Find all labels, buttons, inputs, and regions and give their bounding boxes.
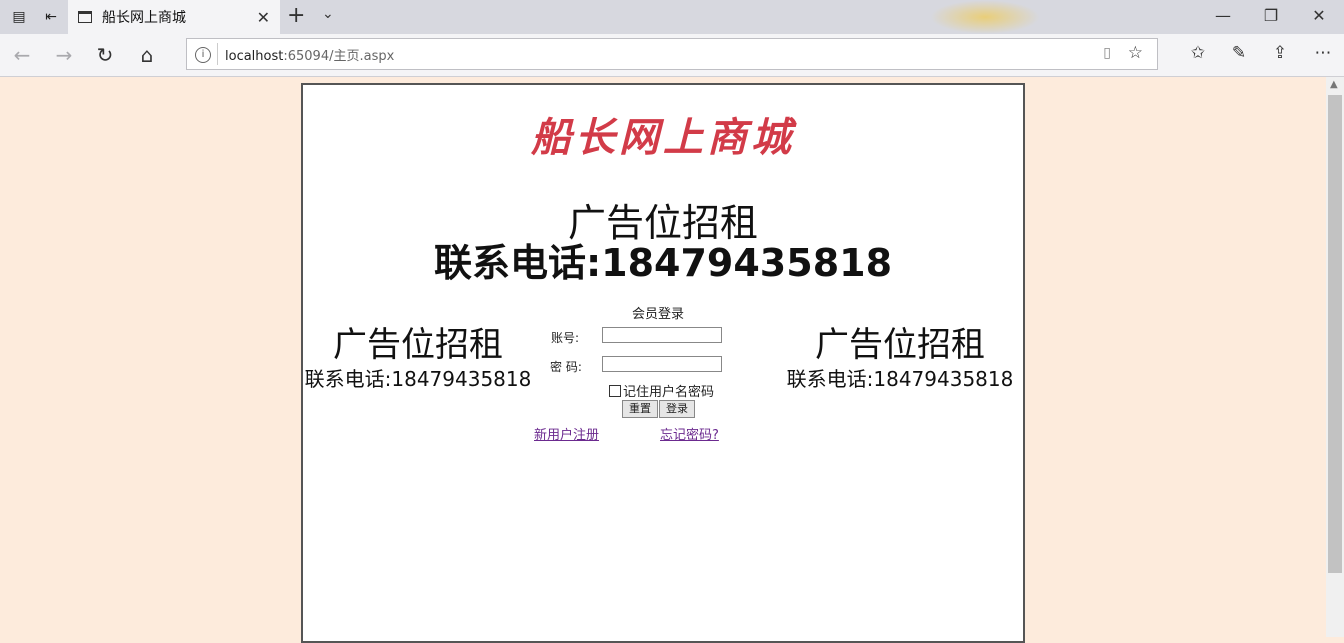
tab-list-chevron-icon[interactable]: ⌄ (322, 6, 334, 22)
url-text[interactable]: localhost:65094/主页.aspx (225, 45, 394, 64)
address-separator (217, 43, 218, 65)
favorite-star-icon[interactable]: ☆ (1128, 43, 1143, 63)
remember-label: 记住用户名密码 (623, 385, 715, 400)
url-host: localhost (225, 49, 284, 64)
home-icon[interactable]: ⌂ (134, 43, 160, 67)
pen-notes-icon[interactable]: ✎ (1226, 43, 1252, 63)
password-input[interactable] (602, 356, 722, 372)
remember-checkbox[interactable] (609, 385, 621, 397)
password-label: 密 码: (550, 360, 582, 374)
left-ad: 广告位招租 联系电话:18479435818 (303, 325, 533, 393)
scroll-up-icon[interactable]: ▲ (1330, 79, 1338, 90)
forgot-password-link[interactable]: 忘记密码? (660, 424, 719, 443)
right-ad-line1: 广告位招租 (815, 325, 985, 365)
left-ad-line2: 联系电话:18479435818 (304, 367, 532, 391)
site-logo: 船长网上商城 (531, 114, 795, 161)
register-link[interactable]: 新用户注册 (534, 424, 599, 443)
reading-view-icon[interactable]: ▯ (1103, 45, 1111, 61)
login-button[interactable]: 登录 (659, 400, 695, 418)
right-ad-line2: 联系电话:18479435818 (786, 367, 1014, 391)
tab-manager-icon[interactable]: ▤ (8, 7, 30, 27)
account-input[interactable] (602, 327, 722, 343)
set-aside-tabs-icon[interactable]: ⇤ (40, 7, 62, 27)
new-tab-icon[interactable]: + (287, 5, 305, 27)
page-scrollbar[interactable]: ▲ (1326, 77, 1344, 637)
tab-close-icon[interactable]: ✕ (257, 8, 270, 27)
more-icon[interactable]: ⋯ (1310, 43, 1336, 63)
nav-bar: ← → ↻ ⌂ i localhost:65094/主页.aspx ▯ ☆ ✩ … (0, 34, 1344, 77)
titlebar-glow (930, 0, 1040, 34)
favorites-list-icon[interactable]: ✩ (1185, 43, 1211, 63)
top-ad-banner: 广告位招租 联系电话:18479435818 (303, 203, 1023, 283)
reset-button[interactable]: 重置 (622, 400, 658, 418)
top-ad-line2: 联系电话:18479435818 (433, 241, 893, 285)
remember-me[interactable]: 记住用户名密码 (609, 381, 714, 400)
scroll-thumb[interactable] (1328, 95, 1342, 573)
account-label: 账号: (551, 331, 580, 345)
tab-title: 船长网上商城 (102, 10, 186, 26)
back-icon[interactable]: ← (9, 43, 35, 67)
minimize-icon[interactable]: — (1208, 6, 1238, 25)
url-path: :65094/主页.aspx (283, 49, 395, 64)
refresh-icon[interactable]: ↻ (92, 43, 118, 67)
right-ad: 广告位招租 联系电话:18479435818 (785, 325, 1015, 393)
page-container: 船长网上商城 广告位招租 联系电话:18479435818 广告位招租 联系电话… (301, 83, 1025, 643)
login-title: 会员登录 (631, 307, 684, 322)
share-icon[interactable]: ⇪ (1267, 43, 1293, 63)
page-icon (78, 11, 92, 23)
left-ad-line1: 广告位招租 (333, 325, 503, 365)
site-info-icon[interactable]: i (195, 47, 211, 63)
restore-icon[interactable]: ❐ (1256, 6, 1286, 25)
forward-icon[interactable]: → (51, 43, 77, 67)
address-bar[interactable]: i localhost:65094/主页.aspx ▯ ☆ (186, 38, 1158, 70)
tab-strip: ▤ ⇤ 船长网上商城 ✕ + ⌄ — ❐ ✕ (0, 0, 1344, 34)
close-window-icon[interactable]: ✕ (1304, 6, 1334, 25)
top-ad-line1: 广告位招租 (567, 201, 758, 245)
tab-active[interactable]: 船长网上商城 ✕ (68, 0, 280, 34)
